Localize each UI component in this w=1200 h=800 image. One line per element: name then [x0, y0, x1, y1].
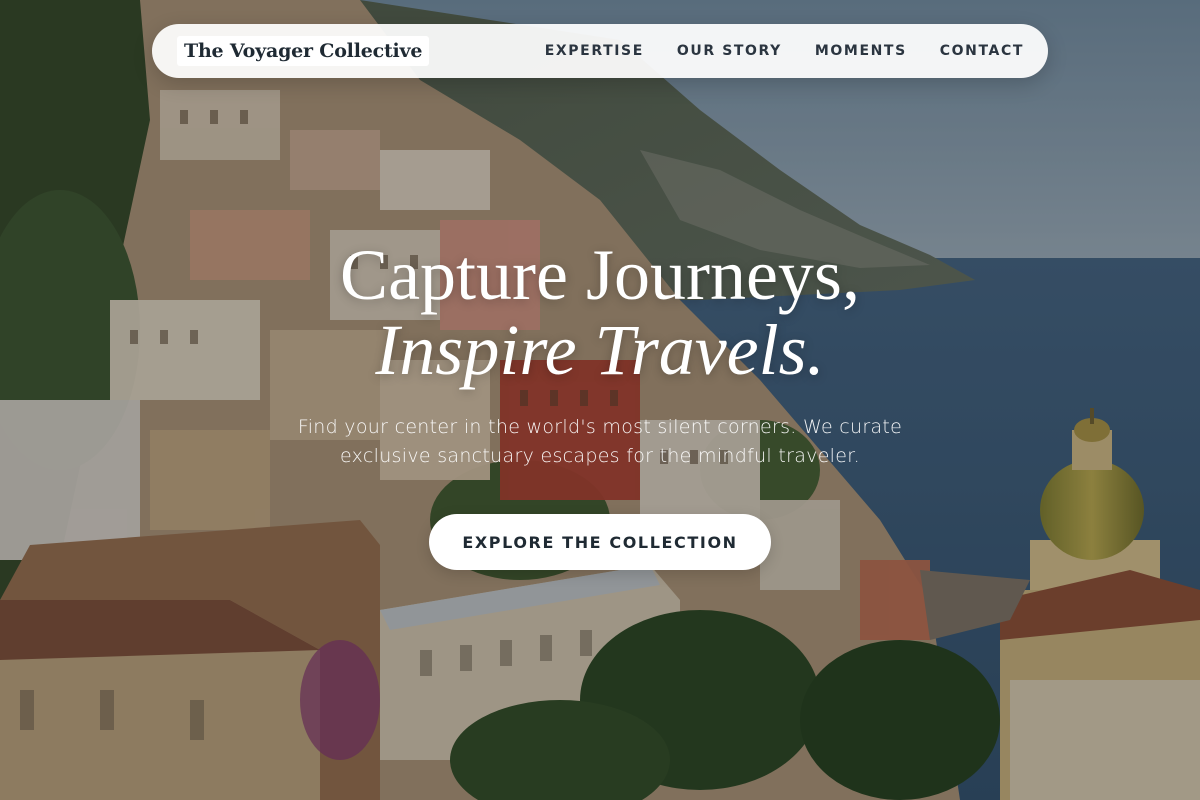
top-navigation: The Voyager Collective EXPERTISE OUR STO…	[152, 24, 1048, 78]
explore-collection-button[interactable]: EXPLORE THE COLLECTION	[429, 514, 771, 570]
nav-links: EXPERTISE OUR STORY MOMENTS CONTACT	[545, 43, 1024, 59]
hero-section: The Voyager Collective EXPERTISE OUR STO…	[0, 0, 1200, 800]
nav-link-moments[interactable]: MOMENTS	[815, 43, 907, 59]
brand-logo[interactable]: The Voyager Collective	[177, 36, 430, 66]
nav-link-contact[interactable]: CONTACT	[940, 43, 1024, 59]
nav-link-expertise[interactable]: EXPERTISE	[545, 43, 644, 59]
hero-content: Capture Journeys, Inspire Travels. Find …	[0, 235, 1200, 570]
nav-link-our-story[interactable]: OUR STORY	[677, 43, 782, 59]
hero-headline-line-2: Inspire Travels.	[375, 310, 825, 390]
hero-headline-line-1: Capture Journeys,	[340, 235, 860, 315]
hero-subtext: Find your center in the world's most sil…	[297, 416, 903, 467]
